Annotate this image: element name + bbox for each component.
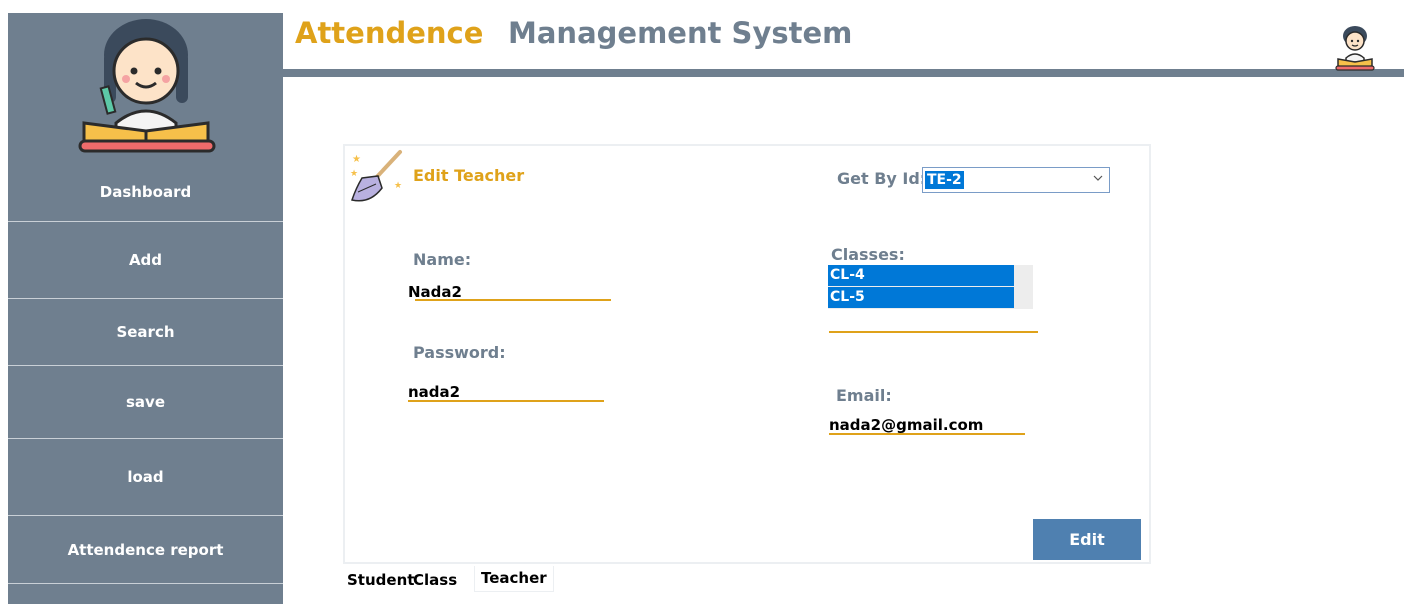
get-by-id-value: TE-2 [925,171,964,189]
nav-save-label: save [125,393,165,411]
app-logo [8,13,283,163]
header-divider [283,69,1404,77]
name-label: Name: [413,250,472,269]
classes-label: Classes: [831,245,905,264]
nav-add-label: Add [128,251,163,269]
class-list-item[interactable]: CL-5 [828,287,1014,308]
nav-attendence-report-label: Attendence report [67,540,224,559]
magic-broom-icon: ★ ★ ★ [348,148,408,206]
classes-listbox[interactable]: CL-4 CL-5 [828,265,1033,309]
classes-underline [829,331,1038,333]
svg-text:★: ★ [350,169,358,179]
tab-teacher[interactable]: Teacher [474,566,554,592]
nav-dashboard-label: Dashboard [99,183,192,201]
nav-add[interactable]: Add [8,222,283,299]
svg-text:★: ★ [352,154,361,165]
get-by-id-label: Get By Id: [837,169,927,188]
email-underline [829,433,1025,435]
email-label: Email: [836,386,892,405]
panel-title: Edit Teacher [413,166,525,185]
nav-attendence-report[interactable]: Attendence report [8,516,283,584]
edit-button[interactable]: Edit [1033,519,1141,560]
tab-class[interactable]: Class [413,568,457,592]
sidebar: Dashboard Add Search save load Attendenc… [8,13,283,604]
class-list-item[interactable]: CL-4 [828,265,1014,286]
nav-load[interactable]: load [8,439,283,516]
student-reading-icon [78,19,216,153]
password-label: Password: [413,343,506,362]
password-underline [408,400,604,402]
name-underline [415,299,611,301]
nav-save[interactable]: save [8,366,283,439]
nav-search-label: Search [116,323,175,341]
get-by-id-select[interactable]: TE-2 [922,167,1110,193]
app-title-accent: Attendence [295,16,484,50]
svg-text:★: ★ [394,181,402,191]
nav-search[interactable]: Search [8,299,283,366]
password-input[interactable]: nada2 [408,383,460,401]
app-title-main: Management System [508,16,853,50]
nav-load-label: load [127,468,164,486]
tab-student[interactable]: Student [347,568,414,592]
user-avatar-icon[interactable] [1330,22,1380,72]
email-input[interactable]: nada2@gmail.com [829,416,983,434]
chevron-down-icon [1093,175,1103,181]
nav-dashboard[interactable]: Dashboard [8,163,283,222]
